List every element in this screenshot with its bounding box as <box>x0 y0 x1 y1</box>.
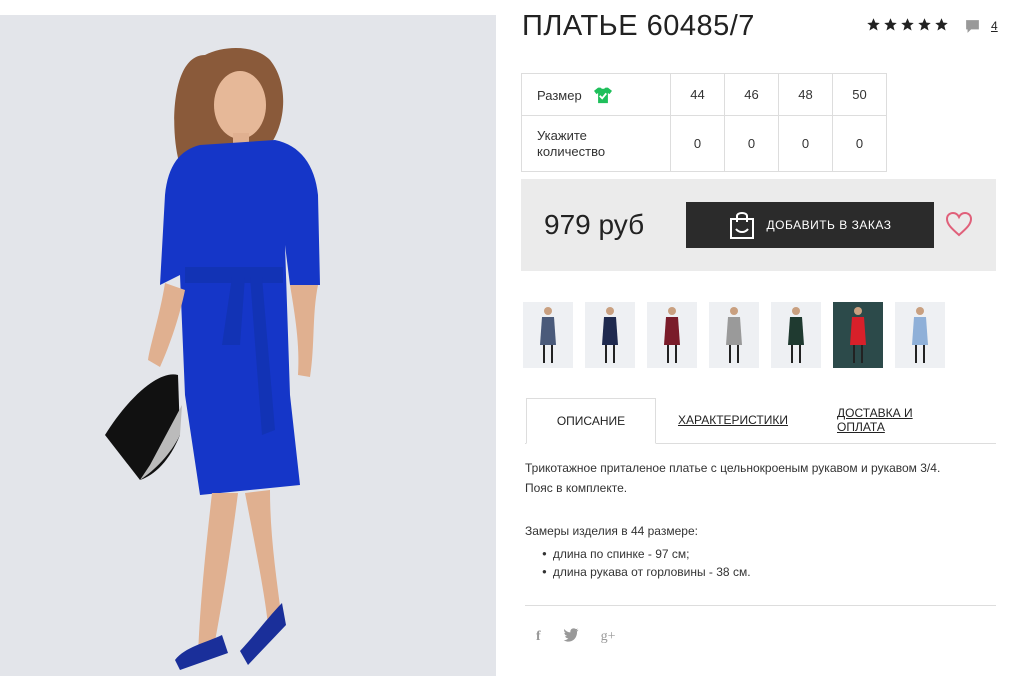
star-icon <box>884 18 897 31</box>
thumbnail-strip <box>523 302 945 368</box>
comment-icon <box>966 20 979 33</box>
quantity-46[interactable]: 0 <box>724 115 779 172</box>
quantity-label-cell: Укажите количество <box>521 115 671 172</box>
measurements-list: длина по спинке - 97 см; длина рукава от… <box>542 545 751 581</box>
measurement-item: длина рукава от горловины - 38 см. <box>542 563 751 581</box>
twitter-icon[interactable] <box>563 628 579 645</box>
google-plus-icon[interactable]: g+ <box>601 629 616 645</box>
thumb-dress-3 <box>726 317 742 345</box>
facebook-icon[interactable]: f <box>536 629 541 645</box>
thumb-dress-6 <box>912 317 928 345</box>
size-44[interactable]: 44 <box>670 73 725 116</box>
thumb-dress-5 <box>850 317 866 345</box>
add-to-order-button[interactable]: ДОБАВИТЬ В ЗАКАЗ <box>686 202 934 248</box>
size-48[interactable]: 48 <box>778 73 833 116</box>
size-table: Размер 44 46 48 50 Укажите количество 0 … <box>521 73 887 172</box>
thumbnail[interactable] <box>895 302 945 368</box>
buy-box: 979 руб ДОБАВИТЬ В ЗАКАЗ <box>521 179 996 271</box>
star-icon <box>901 18 914 31</box>
quantity-48[interactable]: 0 <box>778 115 833 172</box>
size-label-cell: Размер <box>521 73 671 116</box>
thumbnail[interactable] <box>709 302 759 368</box>
add-to-order-label: ДОБАВИТЬ В ЗАКАЗ <box>766 218 892 232</box>
description-text: Трикотажное приталеное платье с цельнокр… <box>525 458 995 498</box>
measurement-item: длина по спинке - 97 см; <box>542 545 751 563</box>
size-46[interactable]: 46 <box>724 73 779 116</box>
quantity-label-line2: количество <box>537 143 606 159</box>
size-label: Размер <box>537 87 582 103</box>
quantity-label-line1: Укажите <box>537 127 587 143</box>
thumbnail[interactable] <box>771 302 821 368</box>
quantity-44[interactable]: 0 <box>670 115 725 172</box>
tab-specs[interactable]: ХАРАКТЕРИСТИКИ <box>678 398 788 442</box>
description-line-2: Пояс в комплекте. <box>525 481 628 495</box>
star-icon <box>867 18 880 31</box>
thumbnail[interactable] <box>585 302 635 368</box>
star-icon <box>935 18 948 31</box>
tab-delivery[interactable]: ДОСТАВКА И ОПЛАТА <box>837 398 963 442</box>
tab-description[interactable]: ОПИСАНИЕ <box>526 398 656 444</box>
price: 979 руб <box>544 209 645 240</box>
quantity-50[interactable]: 0 <box>832 115 887 172</box>
description-line-1: Трикотажное приталеное платье с цельнокр… <box>525 461 941 475</box>
comments-link[interactable]: 4 <box>964 18 998 35</box>
thumb-dress-0 <box>540 317 556 345</box>
thumbnail[interactable] <box>523 302 573 368</box>
shopping-bag-icon <box>729 212 754 239</box>
product-title: ПЛАТЬЕ 60485/7 <box>522 10 755 42</box>
thumb-dress-4 <box>788 317 804 345</box>
size-guide-icon[interactable] <box>593 86 613 104</box>
comments-count[interactable]: 4 <box>991 19 998 33</box>
social-share: f g+ <box>536 628 616 645</box>
size-50[interactable]: 50 <box>832 73 887 116</box>
thumbnail[interactable] <box>833 302 883 368</box>
rating-stars[interactable] <box>866 17 949 32</box>
star-icon <box>918 18 931 31</box>
thumb-dress-2 <box>664 317 680 345</box>
divider <box>525 605 996 606</box>
product-photo[interactable] <box>0 15 496 676</box>
thumb-dress-1 <box>602 317 618 345</box>
measurements-title: Замеры изделия в 44 размере: <box>525 524 698 538</box>
info-tabs: ОПИСАНИЕ ХАРАКТЕРИСТИКИ ДОСТАВКА И ОПЛАТ… <box>525 398 996 444</box>
heart-icon[interactable] <box>945 211 973 237</box>
thumbnail[interactable] <box>647 302 697 368</box>
model-illustration <box>105 48 320 670</box>
